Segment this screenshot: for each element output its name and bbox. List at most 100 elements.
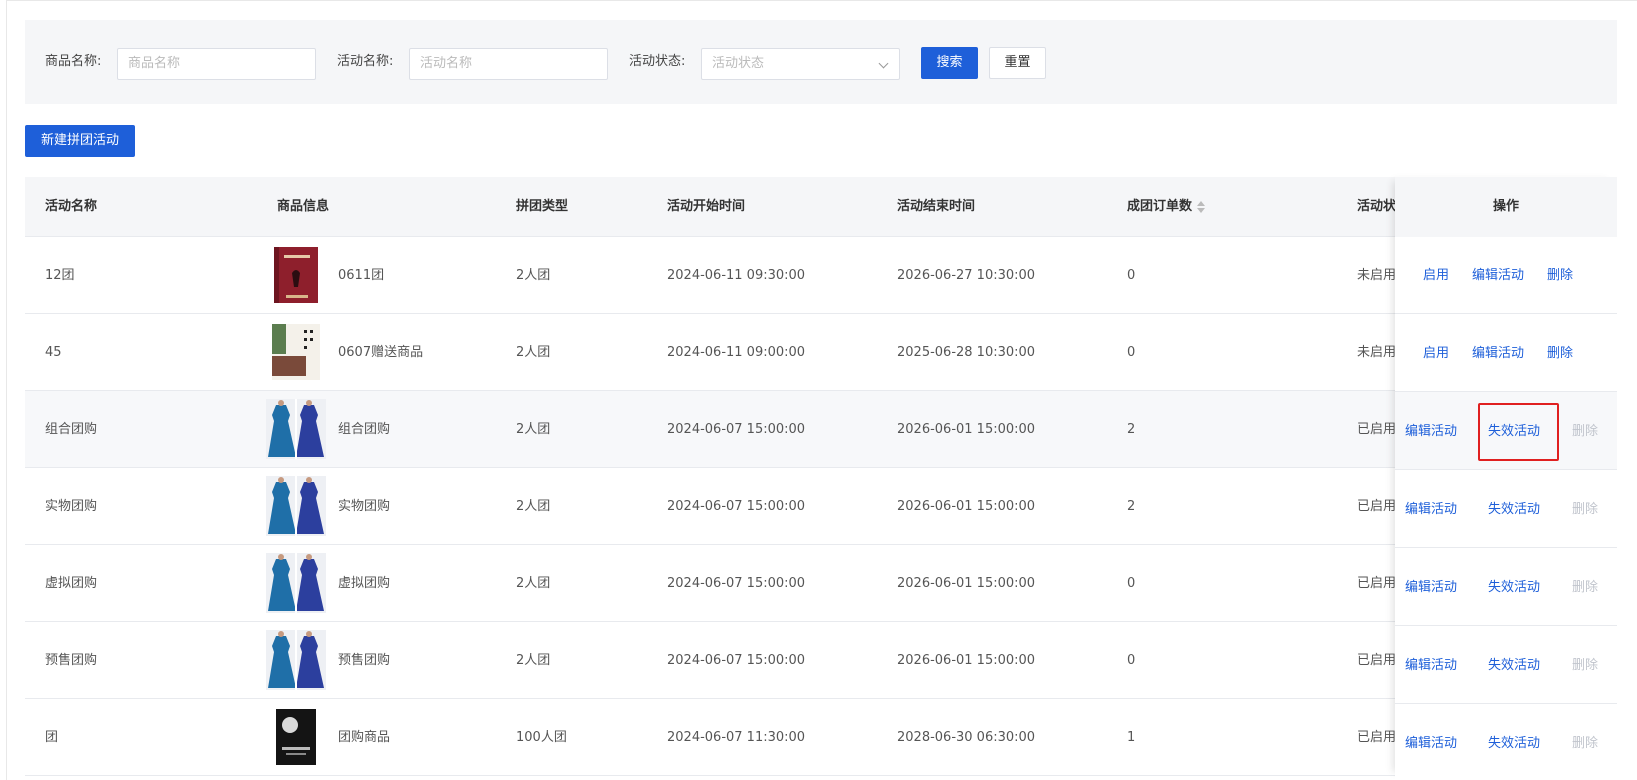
cell-order-count: 0 xyxy=(1127,576,1136,591)
delete-button-disabled: 删除 xyxy=(1572,424,1599,439)
cell-goods-name: 0611团 xyxy=(338,268,385,283)
search-button[interactable]: 搜索 xyxy=(921,47,978,79)
cell-goods-name: 虚拟团购 xyxy=(338,576,391,591)
cell-activity-name: 预售团购 xyxy=(45,653,98,668)
cell-group-type: 2人团 xyxy=(516,499,551,514)
activity-status-placeholder: 活动状态 xyxy=(712,56,765,71)
table-row: 团 团购商品 100人团 2024-06-07 11:30:00 2028-06-30 … xyxy=(25,699,1617,776)
cell-order-count: 0 xyxy=(1127,268,1136,283)
cell-start-time: 2024-06-11 09:00:00 xyxy=(667,345,806,360)
cell-status: 已启用 xyxy=(1357,576,1395,591)
cell-status: 已启用 xyxy=(1357,730,1395,745)
cell-order-count: 0 xyxy=(1127,653,1136,668)
cell-end-time: 2025-06-28 10:30:00 xyxy=(897,345,1036,360)
table-row: 预售团购 预售团购 2人团 2024-06-07 15:00:00 2026-06-01… xyxy=(25,622,1617,699)
edit-activity-button[interactable]: 编辑活动 xyxy=(1472,315,1524,392)
deactivate-activity-button[interactable]: 失效活动 xyxy=(1488,471,1540,548)
deactivate-activity-button[interactable]: 失效活动 xyxy=(1488,627,1540,704)
header-order-count[interactable]: 成团订单数 xyxy=(1127,177,1206,237)
delete-button-disabled: 删除 xyxy=(1572,658,1599,673)
new-group-activity-button[interactable]: 新建拼团活动 xyxy=(25,125,135,157)
deactivate-activity-button[interactable]: 失效活动 xyxy=(1488,705,1540,780)
sort-icon[interactable] xyxy=(1196,200,1206,214)
cell-goods-name: 0607赠送商品 xyxy=(338,345,424,360)
reset-button[interactable]: 重置 xyxy=(989,47,1046,79)
header-status: 活动状态 xyxy=(1357,199,1395,214)
cell-group-type: 2人团 xyxy=(516,576,551,591)
cell-start-time: 2024-06-07 15:00:00 xyxy=(667,499,806,514)
cell-goods-name: 组合团购 xyxy=(338,422,391,437)
operation-cell: 编辑活动 失效活动 删除 xyxy=(1395,471,1617,548)
delete-button[interactable]: 删除 xyxy=(1547,237,1573,314)
header-end-time: 活动结束时间 xyxy=(897,199,976,214)
goods-thumbnail xyxy=(266,399,326,459)
activity-name-placeholder: 活动名称 xyxy=(420,56,473,71)
edit-activity-button[interactable]: 编辑活动 xyxy=(1472,237,1524,314)
cell-status: 已启用 xyxy=(1357,499,1395,514)
enable-button[interactable]: 启用 xyxy=(1423,315,1449,392)
table-body: 12团 0611团 2人团 2024-06-11 09:30:00 2026-06-27… xyxy=(25,237,1617,776)
cell-end-time: 2028-06-30 06:30:00 xyxy=(897,730,1036,745)
table-row: 45 0607赠送商品 2人团 2024-06-11 09:00:00 2025-06-… xyxy=(25,314,1617,391)
cell-order-count: 0 xyxy=(1127,345,1136,360)
operation-cell: 编辑活动 失效活动 删除 xyxy=(1395,705,1617,780)
cell-status: 已启用 xyxy=(1357,653,1395,668)
cell-start-time: 2024-06-07 15:00:00 xyxy=(667,653,806,668)
edit-activity-button[interactable]: 编辑活动 xyxy=(1405,705,1457,780)
delete-button[interactable]: 删除 xyxy=(1547,315,1573,392)
cell-activity-name: 45 xyxy=(45,345,62,360)
goods-thumbnail xyxy=(266,476,326,536)
highlight-box xyxy=(1478,403,1559,461)
table-row: 虚拟团购 虚拟团购 2人团 2024-06-07 15:00:00 2026-06-01… xyxy=(25,545,1617,622)
edit-activity-button[interactable]: 编辑活动 xyxy=(1405,549,1457,626)
goods-thumbnail xyxy=(266,553,326,613)
cell-end-time: 2026-06-01 15:00:00 xyxy=(897,422,1036,437)
activity-table: 活动名称 商品信息 拼团类型 活动开始时间 活动结束时间 成团订单数 活动状态 … xyxy=(25,177,1617,780)
activity-status-select[interactable]: 活动状态 xyxy=(701,48,900,80)
goods-name-label: 商品名称: xyxy=(45,54,102,69)
cell-activity-name: 12团 xyxy=(45,268,75,283)
edit-activity-button[interactable]: 编辑活动 xyxy=(1405,393,1457,470)
operation-cell: 启用 编辑活动 删除 xyxy=(1395,315,1617,392)
goods-thumbnail xyxy=(266,707,326,767)
table-row: 组合团购 组合团购 2人团 2024-06-07 15:00:00 2026-06-01… xyxy=(25,391,1617,468)
activity-status-label: 活动状态: xyxy=(629,54,686,69)
cell-activity-name: 实物团购 xyxy=(45,499,98,514)
activity-name-label: 活动名称: xyxy=(337,54,394,69)
enable-button[interactable]: 启用 xyxy=(1423,237,1449,314)
delete-button-disabled: 删除 xyxy=(1572,736,1599,751)
edit-activity-button[interactable]: 编辑活动 xyxy=(1405,627,1457,704)
cell-status: 已启用 xyxy=(1357,422,1395,437)
edit-activity-button[interactable]: 编辑活动 xyxy=(1405,471,1457,548)
cell-start-time: 2024-06-07 15:00:00 xyxy=(667,422,806,437)
goods-name-input[interactable]: 商品名称 xyxy=(117,48,316,80)
goods-thumbnail xyxy=(266,630,326,690)
cell-group-type: 2人团 xyxy=(516,653,551,668)
cell-start-time: 2024-06-07 15:00:00 xyxy=(667,576,806,591)
cell-start-time: 2024-06-11 09:30:00 xyxy=(667,268,806,283)
cell-order-count: 2 xyxy=(1127,499,1136,514)
goods-name-placeholder: 商品名称 xyxy=(128,56,181,71)
header-goods-info: 商品信息 xyxy=(277,199,330,214)
header-start-time: 活动开始时间 xyxy=(667,199,746,214)
cell-activity-name: 组合团购 xyxy=(45,422,98,437)
delete-button-disabled: 删除 xyxy=(1572,502,1599,517)
cell-end-time: 2026-06-01 15:00:00 xyxy=(897,576,1036,591)
cell-goods-name: 预售团购 xyxy=(338,653,391,668)
cell-start-time: 2024-06-07 11:30:00 xyxy=(667,730,806,745)
cell-goods-name: 实物团购 xyxy=(338,499,391,514)
deactivate-activity-button[interactable]: 失效活动 xyxy=(1488,549,1540,626)
chevron-down-icon xyxy=(878,58,889,69)
operation-cell: 编辑活动 失效活动 删除 xyxy=(1395,393,1617,470)
header-operation: 操作 xyxy=(1395,177,1617,237)
cell-status: 未启用 xyxy=(1357,268,1395,283)
activity-name-input[interactable]: 活动名称 xyxy=(409,48,608,80)
operation-cell: 编辑活动 失效活动 删除 xyxy=(1395,627,1617,704)
table-header: 活动名称 商品信息 拼团类型 活动开始时间 活动结束时间 成团订单数 活动状态 xyxy=(25,177,1617,237)
cell-group-type: 100人团 xyxy=(516,730,567,745)
table-row: 实物团购 实物团购 2人团 2024-06-07 15:00:00 2026-06-01… xyxy=(25,468,1617,545)
cell-end-time: 2026-06-01 15:00:00 xyxy=(897,499,1036,514)
header-order-count-label: 成团订单数 xyxy=(1127,199,1193,214)
operation-cell: 启用 编辑活动 删除 xyxy=(1395,237,1617,314)
operation-cell: 编辑活动 失效活动 删除 xyxy=(1395,549,1617,626)
